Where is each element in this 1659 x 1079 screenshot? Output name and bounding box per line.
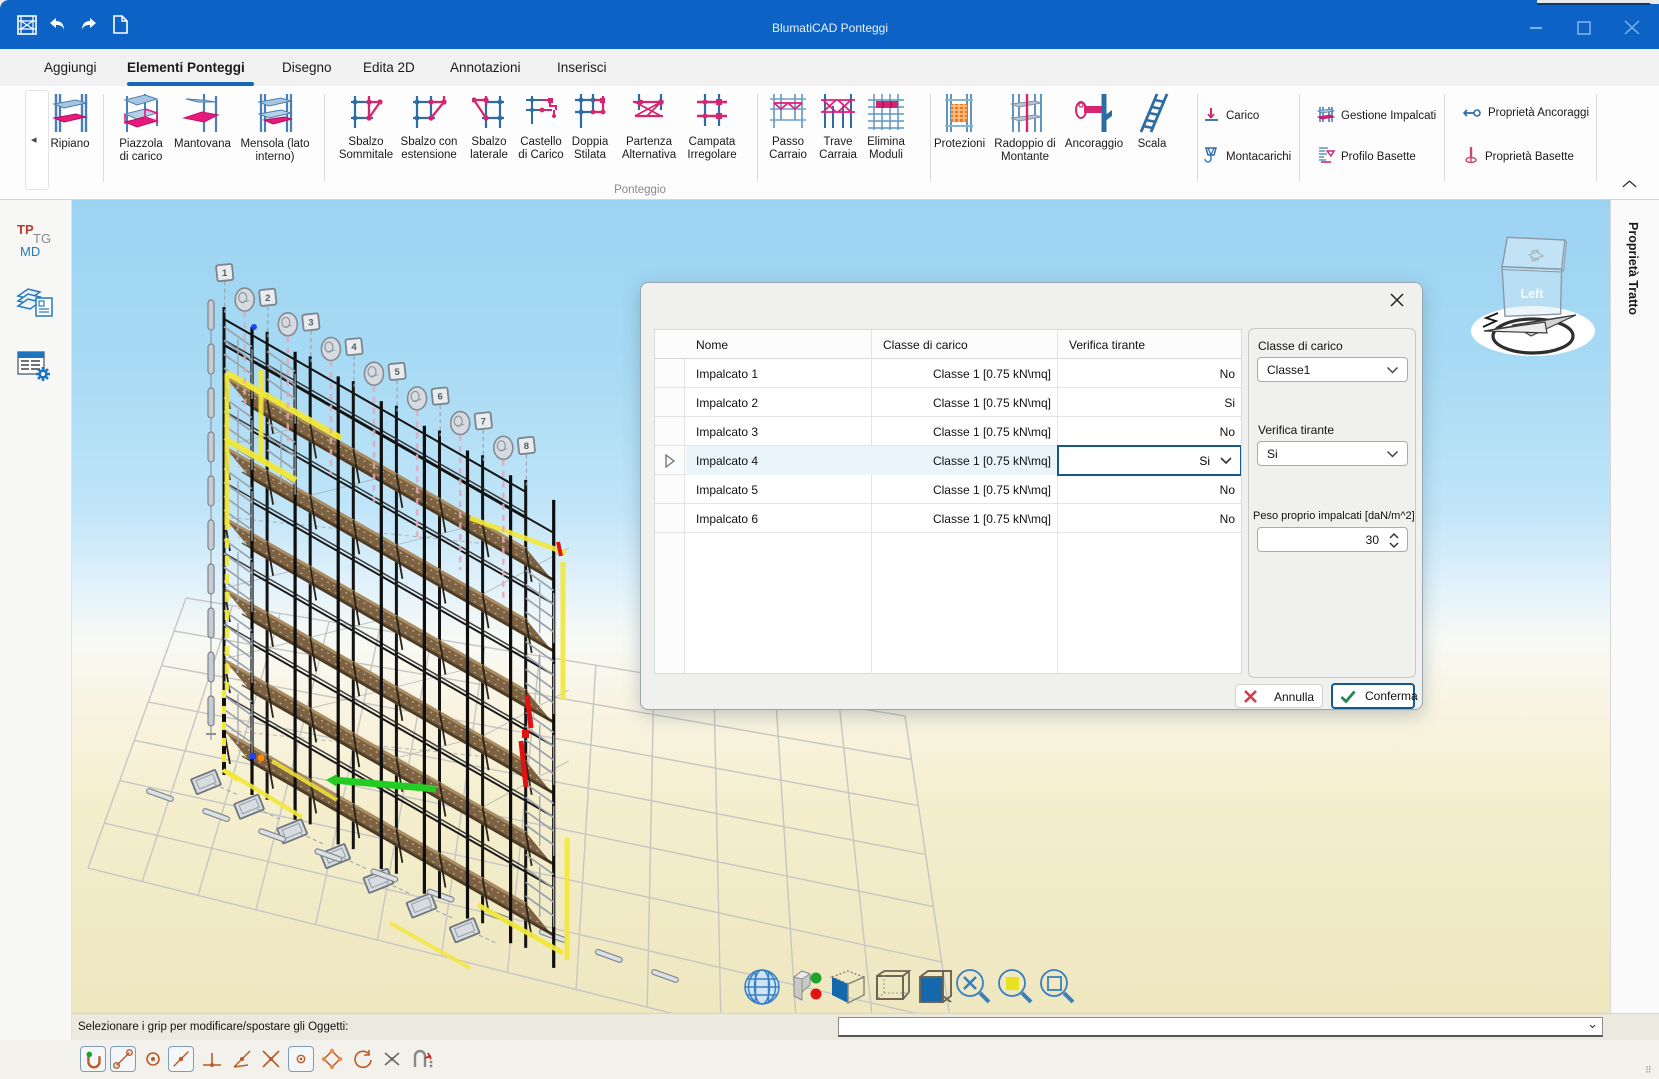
svg-text:3: 3 — [308, 318, 313, 329]
svg-text:2: 2 — [265, 293, 270, 304]
svg-text:4: 4 — [351, 342, 357, 353]
svg-text:6: 6 — [438, 392, 443, 403]
svg-text:1: 1 — [222, 268, 228, 279]
svg-text:7: 7 — [481, 416, 486, 427]
svg-text:Left: Left — [1521, 287, 1545, 301]
svg-text:5: 5 — [394, 367, 400, 378]
svg-text:8: 8 — [524, 441, 529, 452]
